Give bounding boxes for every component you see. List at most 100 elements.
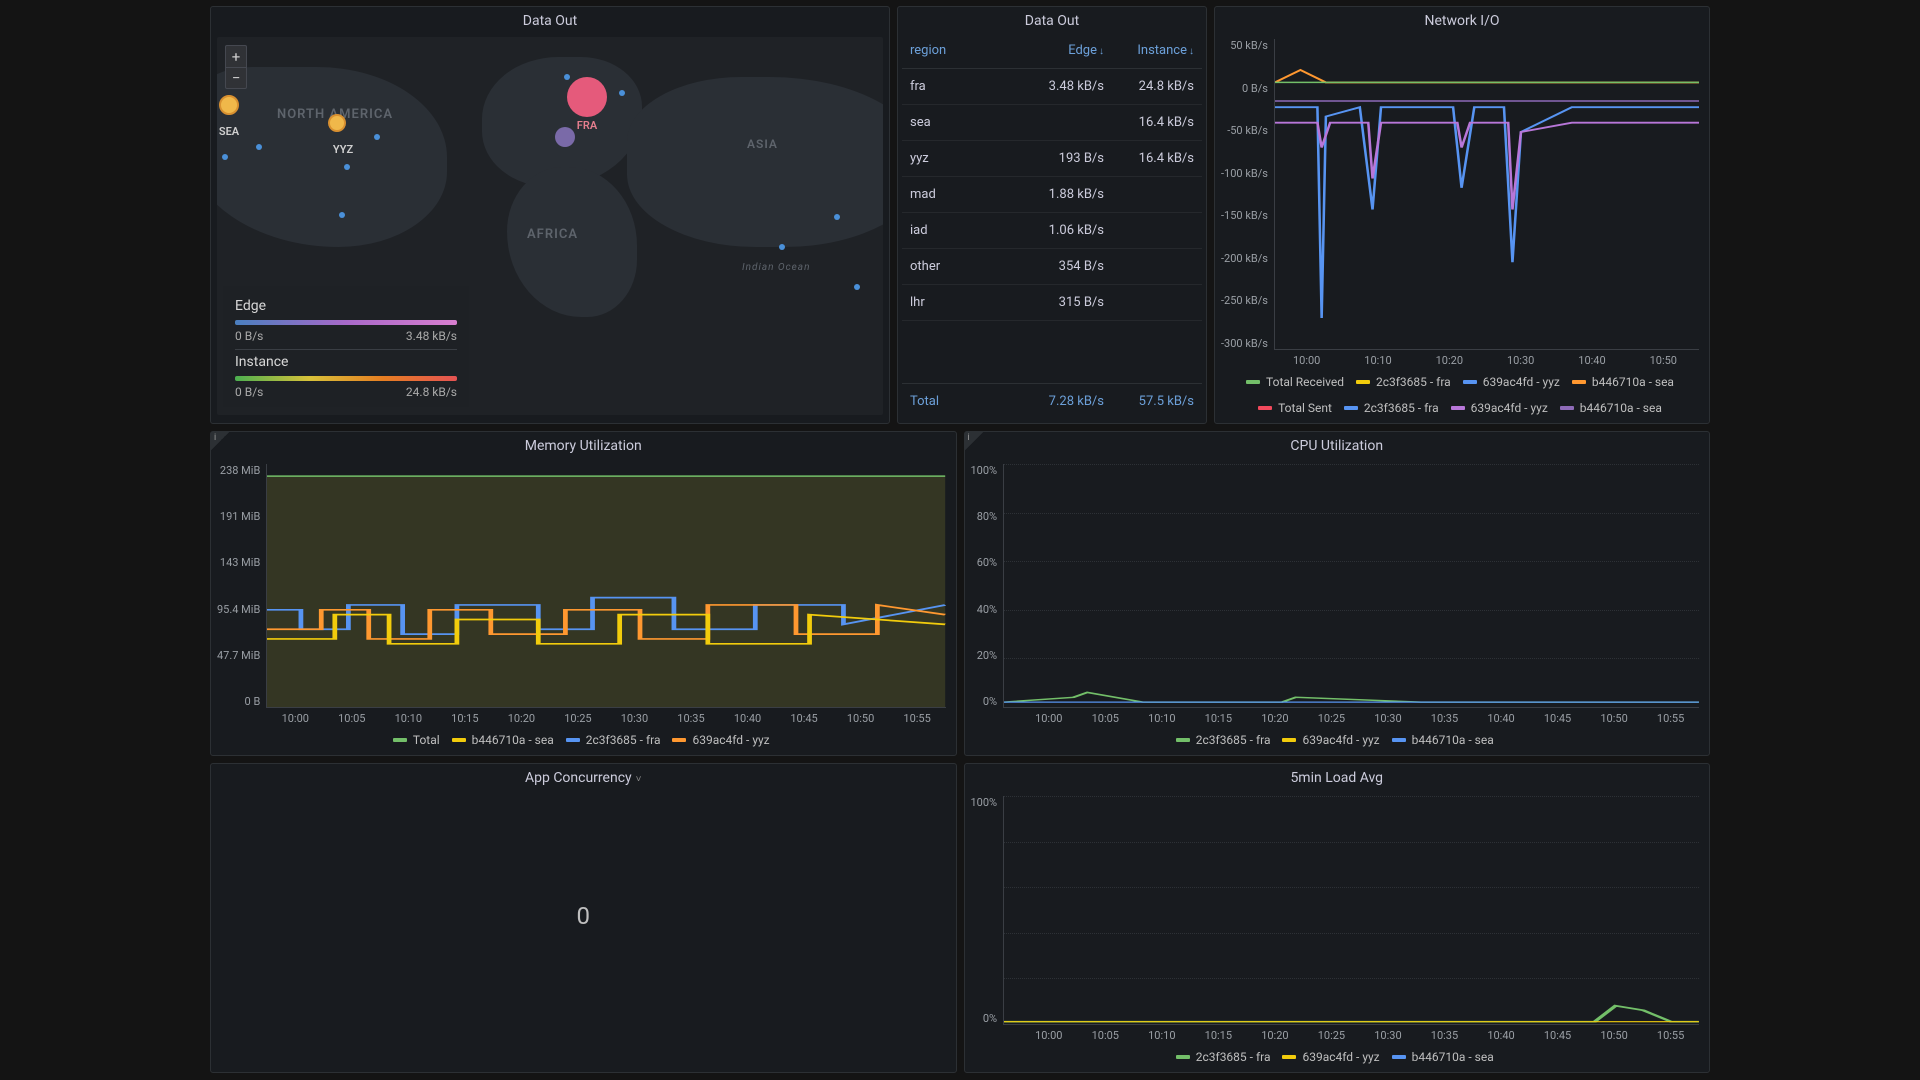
table-row[interactable]: fra 3.48 kB/s 24.8 kB/s [902,69,1202,105]
legend-item[interactable]: b446710a - sea [1560,401,1662,415]
legend-item[interactable]: Total Received [1246,375,1344,389]
legend-item[interactable]: 2c3f3685 - fra [1176,1050,1271,1064]
map-legend: Edge 0 B/s 3.48 kB/s Instance 0 B/s 24.8… [223,286,469,407]
cell-edge: 3.48 kB/s [1014,79,1104,94]
bubble-mad[interactable] [555,127,575,147]
legend-label: Total Sent [1278,401,1332,415]
legend-item[interactable]: 639ac4fd - yyz [1451,401,1548,415]
table-row[interactable]: yyz 193 B/s 16.4 kB/s [902,141,1202,177]
legend-swatch-icon [1176,738,1190,742]
edge-gradient-bar [235,320,457,325]
legend-swatch-icon [1572,380,1586,384]
bubble-sea[interactable] [219,95,239,115]
cell-edge: 315 B/s [1014,295,1104,310]
legend-item[interactable]: 2c3f3685 - fra [1356,375,1451,389]
panel-info-icon[interactable]: i [965,432,983,450]
panel-info-icon[interactable]: i [211,432,229,450]
panel-title[interactable]: Data Out [898,7,1206,33]
legend-swatch-icon [1451,406,1465,410]
legend-swatch-icon [1392,1055,1406,1059]
cell-edge: 354 B/s [1014,259,1104,274]
bubble-yyz[interactable] [328,114,346,132]
footer-instance-total: 57.5 kB/s [1104,394,1194,409]
cell-edge: 193 B/s [1014,151,1104,166]
edge-grad-max: 3.48 kB/s [406,329,457,343]
network-legend: Total Received2c3f3685 - fra639ac4fd - y… [1221,373,1699,417]
header-region[interactable]: region [910,43,1014,58]
panel-memory-utilization: i Memory Utilization 238 MiB191 MiB143 M… [210,431,957,756]
panel-network-io: Network I/O 50 kB/s0 B/s-50 kB/s-100 kB/… [1214,6,1710,424]
table-row[interactable]: mad 1.88 kB/s [902,177,1202,213]
load-y-axis: 100%0% [971,796,1004,1025]
table-header-row: region Edge↓ Instance↓ [902,33,1202,69]
header-edge[interactable]: Edge↓ [1014,43,1104,58]
continent-label-asia: ASIA [747,137,778,151]
panel-title[interactable]: Network I/O [1215,7,1709,33]
cpu-plot-area[interactable] [1003,464,1699,708]
panel-title[interactable]: 5min Load Avg [965,764,1710,790]
memory-plot-area[interactable] [266,464,945,708]
panel-title[interactable]: Memory Utilization [211,432,956,458]
continent-label-africa: AFRICA [527,227,578,243]
table-row[interactable]: sea 16.4 kB/s [902,105,1202,141]
legend-label: b446710a - sea [1580,401,1662,415]
legend-item[interactable]: 2c3f3685 - fra [1176,733,1271,747]
legend-label: 639ac4fd - yyz [1483,375,1560,389]
legend-swatch-icon [452,738,466,742]
bubble-fra[interactable] [567,77,607,117]
panel-title[interactable]: CPU Utilization [965,432,1710,458]
legend-item[interactable]: b446710a - sea [1392,1050,1494,1064]
legend-label: b446710a - sea [1592,375,1674,389]
footer-edge-total: 7.28 kB/s [1014,394,1104,409]
legend-swatch-icon [1282,1055,1296,1059]
cpu-legend: 2c3f3685 - fra 639ac4fd - yyz b446710a - s… [971,731,1700,749]
legend-item[interactable]: 639ac4fd - yyz [672,733,769,747]
legend-swatch-icon [566,738,580,742]
network-plot-area[interactable] [1274,39,1699,350]
header-instance[interactable]: Instance↓ [1104,43,1194,58]
map-body[interactable]: + − NORTH AMERICA AFRICA ASIA Indian Oce… [217,37,883,415]
legend-item[interactable]: Total [393,733,440,747]
table-row[interactable]: lhr 315 B/s [902,285,1202,321]
legend-item[interactable]: 639ac4fd - yyz [1282,733,1379,747]
legend-item[interactable]: b446710a - sea [1392,733,1494,747]
sort-arrow-icon: ↓ [1189,46,1194,57]
memory-legend: Total b446710a - sea 2c3f3685 - fra 639ac4f… [217,731,946,749]
concurrency-value: 0 [211,790,956,1072]
panel-title[interactable]: App Concurrency˅ [211,764,956,790]
legend-label: 639ac4fd - yyz [692,733,769,747]
legend-item[interactable]: 2c3f3685 - fra [1344,401,1439,415]
cell-region: sea [910,115,1014,130]
legend-swatch-icon [1560,406,1574,410]
table-row[interactable]: other 354 B/s [902,249,1202,285]
zoom-in-button[interactable]: + [225,45,247,67]
cell-instance: 16.4 kB/s [1104,151,1194,166]
panel-cpu-utilization: i CPU Utilization 100%80%60%40%20%0% 10:… [964,431,1711,756]
load-legend: 2c3f3685 - fra 639ac4fd - yyz b446710a - s… [971,1048,1700,1066]
load-plot-area[interactable] [1003,796,1699,1025]
cpu-y-axis: 100%80%60%40%20%0% [971,464,1004,708]
legend-item[interactable]: 639ac4fd - yyz [1463,375,1560,389]
legend-swatch-icon [1282,738,1296,742]
cell-edge: 1.88 kB/s [1014,187,1104,202]
legend-swatch-icon [393,738,407,742]
legend-item[interactable]: 639ac4fd - yyz [1282,1050,1379,1064]
table-row[interactable]: iad 1.06 kB/s [902,213,1202,249]
cell-instance: 16.4 kB/s [1104,115,1194,130]
legend-item[interactable]: 2c3f3685 - fra [566,733,661,747]
inst-grad-min: 0 B/s [235,385,263,399]
load-x-axis: 10:0010:0510:1010:1510:2010:2510:3010:35… [971,1025,1700,1048]
zoom-out-button[interactable]: − [225,67,247,89]
panel-title[interactable]: Data Out [211,7,889,33]
legend-item[interactable]: b446710a - sea [1572,375,1674,389]
cell-region: fra [910,79,1014,94]
cell-instance: 24.8 kB/s [1104,79,1194,94]
legend-label: b446710a - sea [1412,733,1494,747]
legend-swatch-icon [1344,406,1358,410]
panel-data-out-map: Data Out + − NORTH AMERICA AFRICA ASIA I… [210,6,890,424]
memory-x-axis: 10:0010:0510:1010:1510:2010:2510:3010:35… [217,708,946,731]
legend-item[interactable]: Total Sent [1258,401,1332,415]
inst-grad-max: 24.8 kB/s [406,385,457,399]
legend-label: 639ac4fd - yyz [1471,401,1548,415]
legend-item[interactable]: b446710a - sea [452,733,554,747]
